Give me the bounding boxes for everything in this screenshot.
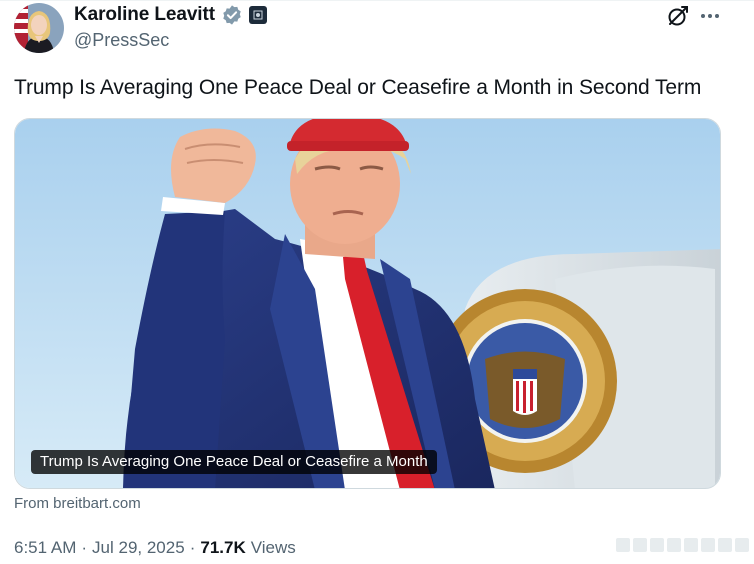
grok-icon[interactable] <box>666 4 690 28</box>
affiliation-badge-icon[interactable] <box>248 6 267 24</box>
meta-separator: · <box>189 538 196 557</box>
avatar-image <box>14 3 64 53</box>
top-divider <box>0 0 754 1</box>
avatar[interactable] <box>14 3 64 53</box>
card-source-link[interactable]: From breitbart.com <box>14 495 141 512</box>
link-card[interactable]: Trump Is Averaging One Peace Deal or Cea… <box>14 118 721 489</box>
card-image <box>15 119 720 488</box>
more-icon[interactable] <box>698 4 722 28</box>
views-label: Views <box>250 538 296 557</box>
tweet-time[interactable]: 6:51 AM <box>14 538 76 558</box>
card-caption: Trump Is Averaging One Peace Deal or Cea… <box>31 450 437 474</box>
tweet-meta-row: 6:51 AM · Jul 29, 2025 · 71.7K Views <box>14 538 296 558</box>
author-display-name[interactable]: Karoline Leavitt <box>74 4 215 26</box>
meta-separator: · <box>81 538 88 557</box>
watermark <box>616 538 749 552</box>
verified-badge-icon[interactable] <box>221 4 243 26</box>
tweet-text: Trump Is Averaging One Peace Deal or Cea… <box>14 76 702 99</box>
tweet-date[interactable]: Jul 29, 2025 <box>92 538 185 558</box>
author-name-row: Karoline Leavitt <box>74 4 267 26</box>
author-handle[interactable]: @PressSec <box>74 30 169 51</box>
views-count: 71.7K <box>200 538 246 557</box>
